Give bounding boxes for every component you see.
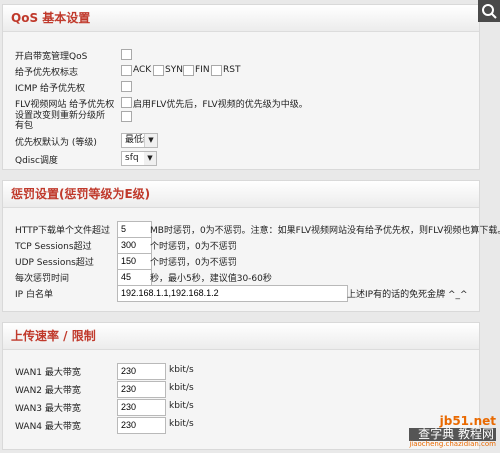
http-note: MB时惩罚，0为不惩罚。注意：如果FLV视频网站没有给予优先权，则FLV视频也算…	[150, 226, 500, 236]
wan4-unit: kbit/s	[169, 419, 194, 429]
syn-label: SYN	[165, 65, 183, 75]
qos-enable-row: 开启带宽管理QoS	[3, 47, 479, 63]
wan4-input[interactable]	[117, 417, 166, 434]
ip-whitelist-input[interactable]	[117, 285, 348, 302]
tcp-input[interactable]	[117, 237, 152, 254]
wan2-label: WAN2 最大带宽	[15, 386, 81, 396]
ip-whitelist-row: IP 白名单 上述IP有的话的免死金牌 ^_^	[3, 285, 479, 302]
flv-checkbox[interactable]	[121, 97, 132, 108]
interval-note: 秒，最小5秒，建议值30-60秒	[150, 274, 272, 284]
wan2-row: WAN2 最大带宽 kbit/s	[3, 381, 479, 398]
fin-label: FIN	[195, 65, 210, 75]
icmp-checkbox[interactable]	[121, 81, 132, 92]
qos-enable-label: 开启带宽管理QoS	[15, 52, 88, 62]
interval-input[interactable]	[117, 269, 152, 286]
penalty-panel: 惩罚设置(惩罚等级为E级) HTTP下载单个文件超过 MB时惩罚，0为不惩罚。注…	[2, 180, 500, 312]
priority-flags-label: 给予优先权标志	[15, 68, 79, 78]
reset-row: 设置改变则重新分级所有包	[3, 109, 479, 131]
ack-checkbox[interactable]	[121, 65, 132, 76]
udp-note: 个时惩罚，0为不惩罚	[150, 258, 237, 268]
interval-label: 每次惩罚时间	[15, 274, 70, 284]
qdisc-dropdown-button[interactable]: ▼	[144, 151, 157, 166]
search-icon	[482, 4, 497, 19]
qdisc-label: Qdisc调度	[15, 156, 58, 166]
qos-enable-checkbox[interactable]	[121, 49, 132, 60]
wan1-unit: kbit/s	[169, 365, 194, 375]
syn-checkbox[interactable]	[153, 65, 164, 76]
wan3-label: WAN3 最大带宽	[15, 404, 81, 414]
reset-label: 设置改变则重新分级所有包	[15, 111, 106, 131]
tcp-row: TCP Sessions超过 个时惩罚，0为不惩罚	[3, 237, 479, 254]
rst-checkbox[interactable]	[211, 65, 222, 76]
fin-checkbox[interactable]	[183, 65, 194, 76]
chevron-down-icon: ▼	[144, 134, 157, 147]
qdisc-row: Qdisc调度 sfq ▼	[3, 151, 479, 167]
upload-panel: 上传速率 / 限制 WAN1 最大带宽 kbit/s WAN2 最大带宽 kbi…	[2, 322, 480, 450]
ack-label: ACK	[133, 65, 152, 75]
wan2-unit: kbit/s	[169, 383, 194, 393]
wan1-label: WAN1 最大带宽	[15, 368, 81, 378]
watermark: jb51.net 查字典 教程网 jiaocheng.chazidian.com	[409, 414, 496, 449]
default-priority-row: 优先权默认为 (等级) 最低级 ▼	[3, 133, 479, 149]
http-row: HTTP下载单个文件超过 MB时惩罚，0为不惩罚。注意：如果FLV视频网站没有给…	[3, 221, 500, 238]
wan1-row: WAN1 最大带宽 kbit/s	[3, 363, 479, 380]
wan4-label: WAN4 最大带宽	[15, 422, 81, 432]
wan1-input[interactable]	[117, 363, 166, 380]
reset-checkbox[interactable]	[121, 111, 132, 122]
tcp-label: TCP Sessions超过	[15, 242, 92, 252]
wan2-input[interactable]	[117, 381, 166, 398]
default-priority-label: 优先权默认为 (等级)	[15, 138, 97, 148]
interval-row: 每次惩罚时间 秒，最小5秒，建议值30-60秒	[3, 269, 479, 286]
qos-panel: QoS 基本设置 开启带宽管理QoS 给予优先权标志 ACK SYN FIN R…	[2, 4, 480, 170]
upload-section-title: 上传速率 / 限制	[3, 323, 479, 350]
ip-whitelist-label: IP 白名单	[15, 290, 53, 300]
default-priority-select[interactable]: 最低级 ▼	[121, 133, 158, 148]
http-input[interactable]	[117, 221, 152, 238]
qdisc-value: sfq	[125, 153, 139, 163]
search-button[interactable]	[478, 0, 500, 22]
udp-input[interactable]	[117, 253, 152, 270]
qos-section-title: QoS 基本设置	[3, 5, 479, 32]
http-label: HTTP下载单个文件超过	[15, 226, 111, 236]
penalty-section-title: 惩罚设置(惩罚等级为E级)	[3, 181, 479, 208]
priority-flags-row: 给予优先权标志 ACK SYN FIN RST	[3, 63, 479, 79]
wan4-row: WAN4 最大带宽 kbit/s	[3, 417, 479, 434]
icmp-label: ICMP 给予优先权	[15, 84, 85, 94]
ip-whitelist-note: 上述IP有的话的免死金牌 ^_^	[347, 290, 468, 300]
watermark-line3: jiaocheng.chazidian.com	[409, 440, 496, 449]
udp-row: UDP Sessions超过 个时惩罚，0为不惩罚	[3, 253, 479, 270]
icmp-row: ICMP 给予优先权	[3, 79, 479, 95]
wan3-row: WAN3 最大带宽 kbit/s	[3, 399, 479, 416]
tcp-note: 个时惩罚，0为不惩罚	[150, 242, 237, 252]
udp-label: UDP Sessions超过	[15, 258, 94, 268]
wan3-input[interactable]	[117, 399, 166, 416]
wan3-unit: kbit/s	[169, 401, 194, 411]
rst-label: RST	[223, 65, 241, 75]
chevron-down-icon: ▼	[144, 152, 156, 165]
